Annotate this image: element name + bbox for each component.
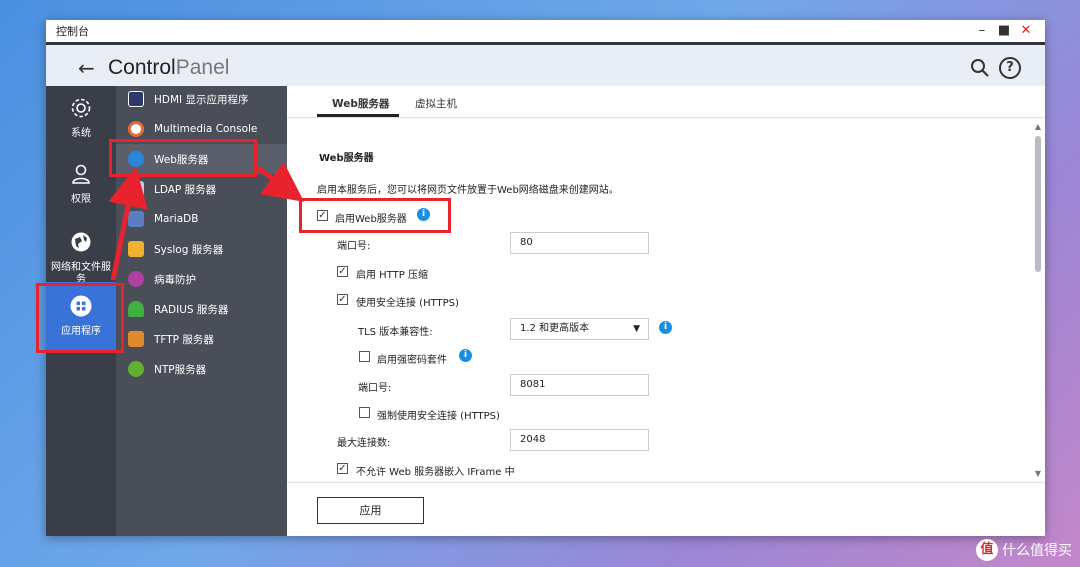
iframe-checkbox[interactable]: ✓ xyxy=(337,463,348,474)
highlight-box-web xyxy=(109,139,257,177)
subnav-label: RADIUS 服务器 xyxy=(154,303,229,316)
radius-icon xyxy=(128,301,144,317)
strong-cipher-checkbox[interactable] xyxy=(359,351,370,362)
max-conn-label: 最大连接数: xyxy=(337,438,391,449)
minimize-button[interactable]: – xyxy=(975,22,989,40)
settings-form: Web服务器 启用本服务后，您可以将网页文件放置于Web网络磁盘来创建网站。 ✓… xyxy=(287,119,1045,481)
subnav-item-mariadb[interactable]: MariaDB xyxy=(116,204,287,234)
tab-virtual-host[interactable]: 虚拟主机 xyxy=(415,96,457,111)
highlight-box-enable xyxy=(299,198,451,233)
highlight-box-apps xyxy=(36,283,124,353)
http-compress-label: 启用 HTTP 压缩 xyxy=(356,270,428,281)
brand-thin: Panel xyxy=(175,55,230,79)
subnav-label: Multimedia Console xyxy=(154,123,258,135)
subnav-label: NTP服务器 xyxy=(154,363,207,376)
dropdown-arrow-icon: ▼ xyxy=(633,324,640,334)
section-title: Web服务器 xyxy=(319,153,374,164)
force-https-checkbox[interactable] xyxy=(359,407,370,418)
tab-underline xyxy=(317,114,399,117)
scrollbar[interactable]: ▲ ▼ xyxy=(1033,122,1043,478)
footer-bar: 应用 xyxy=(287,482,1045,536)
globe-icon xyxy=(71,232,91,252)
syslog-icon xyxy=(128,241,144,257)
strong-cipher-label: 启用强密码套件 xyxy=(377,355,447,366)
nav-item-permissions[interactable]: 权限 xyxy=(46,162,116,206)
tls-label: TLS 版本兼容性: xyxy=(358,327,433,338)
https-port-label: 端口号: xyxy=(358,383,392,394)
nav-item-system[interactable]: 系统 xyxy=(46,96,116,140)
nav-label-permissions: 权限 xyxy=(71,194,91,205)
subnav-item-hdmi[interactable]: HDMI 显示应用程序 xyxy=(116,84,287,114)
subnav-label: MariaDB xyxy=(154,213,199,225)
subnav-item-ldap[interactable]: LDAP 服务器 xyxy=(116,174,287,204)
info-icon[interactable]: i xyxy=(659,321,672,334)
https-checkbox[interactable]: ✓ xyxy=(337,294,348,305)
ldap-icon xyxy=(128,181,144,197)
nav-item-network[interactable]: 网络和文件服务 xyxy=(46,230,116,286)
subnav-label: LDAP 服务器 xyxy=(154,183,217,196)
close-button[interactable]: ✕ xyxy=(1019,22,1033,40)
https-label: 使用安全连接 (HTTPS) xyxy=(356,298,459,309)
http-compress-checkbox[interactable]: ✓ xyxy=(337,266,348,277)
nav-label-system: 系统 xyxy=(71,128,91,139)
subnav-label: Syslog 服务器 xyxy=(154,243,224,256)
subnav-item-antivirus[interactable]: 病毒防护 xyxy=(116,264,287,294)
tftp-icon xyxy=(128,331,144,347)
subnav-item-syslog[interactable]: Syslog 服务器 xyxy=(116,234,287,264)
database-icon xyxy=(128,211,144,227)
subnav-label: HDMI 显示应用程序 xyxy=(154,93,249,106)
watermark-badge-icon: 值 xyxy=(976,539,998,561)
apply-button[interactable]: 应用 xyxy=(317,497,424,524)
tls-version-value: 1.2 和更高版本 xyxy=(520,323,590,334)
user-icon xyxy=(72,164,90,184)
subnav-item-tftp[interactable]: TFTP 服务器 xyxy=(116,324,287,354)
watermark-text: 什么值得买 xyxy=(1002,543,1072,559)
scroll-down-icon[interactable]: ▼ xyxy=(1033,469,1043,478)
subnav-label: 病毒防护 xyxy=(154,273,196,286)
description-text: 启用本服务后，您可以将网页文件放置于Web网络磁盘来创建网站。 xyxy=(317,185,619,196)
hdmi-icon xyxy=(128,91,144,107)
multimedia-icon xyxy=(128,121,144,137)
content-pane: Web服务器 虚拟主机 Web服务器 启用本服务后，您可以将网页文件放置于Web… xyxy=(287,86,1045,536)
window-controls: – ■ ✕ xyxy=(975,22,1033,40)
scroll-up-icon[interactable]: ▲ xyxy=(1033,122,1043,131)
back-arrow-icon[interactable]: ← xyxy=(78,56,98,80)
force-https-label: 强制使用安全连接 (HTTPS) xyxy=(377,411,500,422)
control-panel-window: 控制台 – ■ ✕ ← ControlPanel ? 系统 权限 网络和文件服务… xyxy=(46,20,1045,536)
port-input[interactable]: 80 xyxy=(510,232,649,254)
virus-icon xyxy=(128,271,144,287)
help-icon[interactable]: ? xyxy=(999,57,1021,79)
info-icon[interactable]: i xyxy=(459,349,472,362)
max-conn-input[interactable]: 2048 xyxy=(510,429,649,451)
gear-icon xyxy=(71,98,91,118)
scroll-thumb[interactable] xyxy=(1035,136,1041,272)
app-header: ← ControlPanel ? xyxy=(46,42,1045,90)
title-bar: 控制台 – ■ ✕ xyxy=(46,20,1045,42)
subnav-label: TFTP 服务器 xyxy=(154,333,214,346)
ntp-icon xyxy=(128,361,144,377)
watermark: 值 什么值得买 xyxy=(976,539,1072,561)
iframe-label: 不允许 Web 服务器嵌入 IFrame 中 xyxy=(356,467,515,478)
port-label: 端口号: xyxy=(337,241,371,252)
tls-version-select[interactable]: 1.2 和更高版本 ▼ xyxy=(510,318,649,340)
tab-bar: Web服务器 虚拟主机 xyxy=(287,86,1045,118)
brand-logo: ControlPanel xyxy=(108,56,229,80)
brand-bold: Control xyxy=(108,55,176,79)
window-title: 控制台 xyxy=(56,25,89,38)
tab-web-server[interactable]: Web服务器 xyxy=(332,96,389,111)
https-port-input[interactable]: 8081 xyxy=(510,374,649,396)
subnav-item-radius[interactable]: RADIUS 服务器 xyxy=(116,294,287,324)
subnav-item-ntp[interactable]: NTP服务器 xyxy=(116,354,287,384)
maximize-button[interactable]: ■ xyxy=(997,22,1011,40)
search-icon[interactable] xyxy=(969,57,991,79)
